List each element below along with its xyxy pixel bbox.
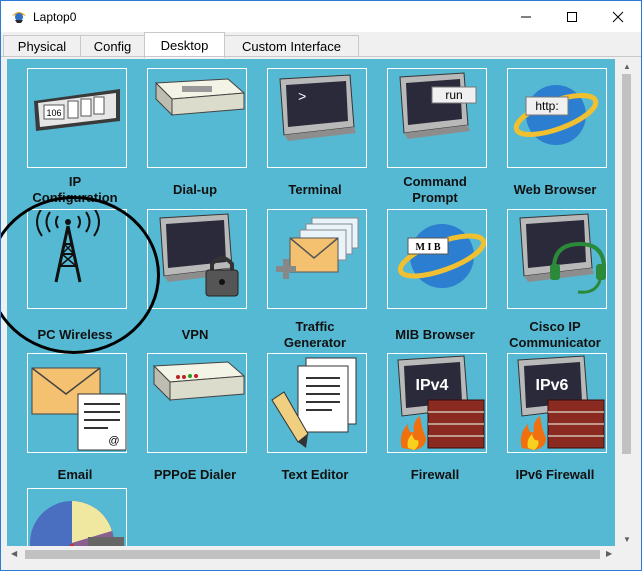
tab-divider xyxy=(1,56,641,57)
firewall-icon: IPv4 xyxy=(397,355,485,450)
dial-up-tile[interactable] xyxy=(147,68,247,168)
firewall-tile[interactable]: IPv4 xyxy=(387,353,487,453)
web-browser-icon: http: xyxy=(513,85,599,145)
pie-chart-app-icon xyxy=(30,501,124,546)
app-window: Laptop0 Physical Config Desktop Custom I… xyxy=(0,0,642,571)
ip-config-number: 106 xyxy=(46,108,61,118)
terminal-tile[interactable]: > xyxy=(267,68,367,168)
app-label-traffic-generator: Traffic Generator xyxy=(283,319,347,350)
app-label-ipv6-firewall: IPv6 Firewall xyxy=(515,467,595,482)
email-icon: @ xyxy=(31,367,127,451)
app-label-dial-up: Dial-up xyxy=(172,182,218,197)
svg-text:>: > xyxy=(298,90,306,106)
svg-text:http:: http: xyxy=(535,99,558,113)
text-editor-icon xyxy=(271,357,357,448)
app-label-command-prompt: Command Prompt xyxy=(403,174,467,205)
scroll-right-arrow-icon[interactable]: ▶ xyxy=(606,550,612,558)
vertical-scroll-thumb[interactable] xyxy=(622,74,631,454)
app-label-cisco-ip-communicator: Cisco IP Communicator xyxy=(509,319,601,350)
ip-configuration-icon: 106 xyxy=(34,89,120,131)
web-browser-tile[interactable]: http: xyxy=(507,68,607,168)
email-tile[interactable]: @ xyxy=(27,353,127,453)
window-title: Laptop0 xyxy=(33,10,77,24)
app-label-pppoe-dialer: PPPoE Dialer xyxy=(153,467,237,482)
app-label-web-browser: Web Browser xyxy=(513,182,597,197)
tab-desktop[interactable]: Desktop xyxy=(144,32,225,58)
pppoe-dialer-icon xyxy=(152,361,246,402)
dial-up-modem-icon xyxy=(154,78,246,117)
traffic-generator-icon xyxy=(276,217,359,279)
pppoe-dialer-tile[interactable] xyxy=(147,353,247,453)
terminal-icon: > xyxy=(279,74,356,141)
horizontal-scroll-thumb[interactable] xyxy=(25,550,600,559)
vpn-lock-icon xyxy=(159,213,239,297)
svg-text:IPv4: IPv4 xyxy=(416,377,449,394)
svg-text:run: run xyxy=(445,88,462,102)
tab-config[interactable]: Config xyxy=(80,35,145,57)
cisco-ip-communicator-tile[interactable] xyxy=(507,209,607,309)
minimize-icon xyxy=(521,16,531,17)
close-icon xyxy=(612,11,624,22)
app-label-text-editor: Text Editor xyxy=(281,467,349,482)
title-bar[interactable]: Laptop0 xyxy=(1,1,641,32)
app-label-vpn: VPN xyxy=(181,327,209,342)
tab-custom-interface[interactable]: Custom Interface xyxy=(224,35,359,57)
app-label-mib-browser: MIB Browser xyxy=(395,327,475,342)
maximize-icon xyxy=(567,11,577,22)
command-prompt-icon: run xyxy=(399,72,477,139)
scroll-up-arrow-icon[interactable]: ▲ xyxy=(623,63,631,71)
command-prompt-tile[interactable]: run xyxy=(387,68,487,168)
scrollbar-corner xyxy=(618,546,635,563)
app-logo-icon xyxy=(12,12,26,23)
text-editor-tile[interactable] xyxy=(267,353,367,453)
ipv6-firewall-tile[interactable]: IPv6 xyxy=(507,353,607,453)
ip-communicator-icon xyxy=(519,213,606,294)
maximize-button[interactable] xyxy=(549,1,595,32)
app-label-terminal: Terminal xyxy=(288,182,342,197)
svg-text:IPv6: IPv6 xyxy=(536,377,569,394)
tab-bar: Physical Config Desktop Custom Interface xyxy=(1,32,641,58)
mib-browser-tile[interactable]: M I B xyxy=(387,209,487,309)
traffic-generator-tile[interactable] xyxy=(267,209,367,309)
svg-text:@: @ xyxy=(108,435,119,447)
pie-chart-app-tile[interactable] xyxy=(27,488,127,546)
tab-physical[interactable]: Physical xyxy=(3,35,81,57)
minimize-button[interactable] xyxy=(503,1,549,32)
svg-text:M I B: M I B xyxy=(416,242,441,253)
vpn-tile[interactable] xyxy=(147,209,247,309)
scroll-down-arrow-icon[interactable]: ▼ xyxy=(623,536,631,544)
close-button[interactable] xyxy=(595,1,641,32)
mib-browser-icon: M I B xyxy=(397,224,487,288)
scroll-left-arrow-icon[interactable]: ◀ xyxy=(11,550,17,558)
ipv6-firewall-icon: IPv6 xyxy=(517,355,605,450)
app-label-firewall: Firewall xyxy=(410,467,460,482)
ip-configuration-tile[interactable]: 106 xyxy=(27,68,127,168)
